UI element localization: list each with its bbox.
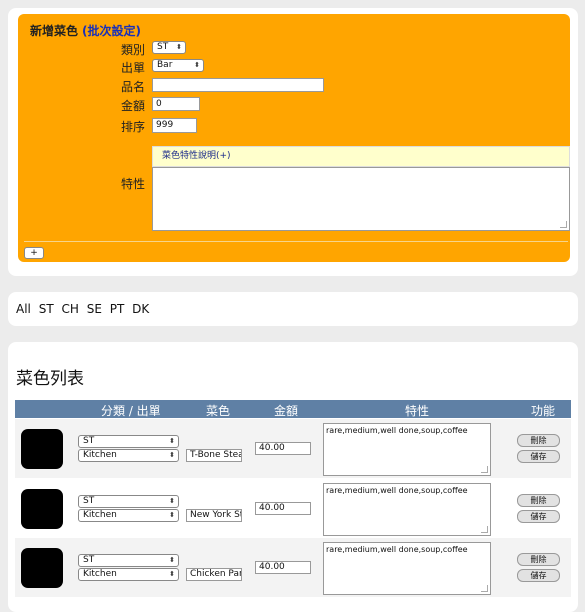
- row-output-value: Kitchen: [83, 569, 117, 579]
- category-filter-bar: All ST CH SE PT DK: [16, 302, 153, 316]
- row-output-select[interactable]: Kitchen ⬍: [78, 449, 179, 462]
- resize-grip-icon[interactable]: [481, 526, 488, 533]
- list-title: 菜色列表: [16, 369, 84, 389]
- row-category-select[interactable]: ST ⬍: [78, 554, 179, 567]
- row-traits-text: rare,medium,well done,soup,coffee: [326, 486, 468, 495]
- price-input[interactable]: 0: [152, 97, 200, 111]
- row-price-input[interactable]: 40.00: [255, 442, 311, 455]
- filter-st[interactable]: ST: [39, 302, 54, 316]
- header-category-output: 分類 / 出單: [101, 404, 161, 418]
- category-select[interactable]: ST ⬍: [152, 41, 186, 54]
- header-actions: 功能: [531, 404, 556, 418]
- row-price-input[interactable]: 40.00: [255, 502, 311, 515]
- chevron-updown-icon: ⬍: [194, 61, 200, 69]
- chevron-updown-icon: ⬍: [176, 43, 182, 51]
- name-input[interactable]: [152, 78, 324, 92]
- resize-grip-icon[interactable]: [481, 585, 488, 592]
- header-price: 金額: [274, 404, 299, 418]
- filter-ch[interactable]: CH: [62, 302, 79, 316]
- row-category-select[interactable]: ST ⬍: [78, 435, 179, 448]
- filter-panel: All ST CH SE PT DK: [8, 292, 578, 326]
- row-traits-textarea[interactable]: rare,medium,well done,soup,coffee: [323, 423, 491, 476]
- filter-all[interactable]: All: [16, 302, 31, 316]
- row-traits-text: rare,medium,well done,soup,coffee: [326, 545, 468, 554]
- row-traits-text: rare,medium,well done,soup,coffee: [326, 426, 468, 435]
- chevron-updown-icon: ⬍: [169, 556, 175, 564]
- row-price-input[interactable]: 40.00: [255, 561, 311, 574]
- output-select[interactable]: Bar ⬍: [152, 59, 204, 72]
- row-category-value: ST: [83, 436, 95, 446]
- dish-thumbnail[interactable]: [21, 429, 63, 469]
- row-name-input[interactable]: Chicken Parmesan: [186, 568, 242, 581]
- row-traits-textarea[interactable]: rare,medium,well done,soup,coffee: [323, 542, 491, 595]
- header-traits: 特性: [405, 404, 430, 418]
- sort-label: 排序: [121, 120, 146, 134]
- divider: [24, 241, 568, 242]
- add-dish-form: 新增菜色 (批次設定) 類別 ST ⬍ 出單 Bar ⬍ 品名 金額 0 排序 9…: [18, 14, 570, 262]
- resize-grip-icon[interactable]: [481, 466, 488, 473]
- name-label: 品名: [121, 80, 146, 94]
- row-name-input[interactable]: T-Bone Steak: [186, 449, 242, 462]
- category-select-value: ST: [157, 42, 169, 52]
- row-traits-textarea[interactable]: rare,medium,well done,soup,coffee: [323, 483, 491, 536]
- filter-pt[interactable]: PT: [110, 302, 125, 316]
- row-output-value: Kitchen: [83, 450, 117, 460]
- header-dish: 菜色: [206, 404, 231, 418]
- table-header: 分類 / 出單 菜色 金額 特性 功能: [15, 400, 571, 418]
- row-output-select[interactable]: Kitchen ⬍: [78, 568, 179, 581]
- chevron-updown-icon: ⬍: [169, 511, 175, 519]
- form-title: 新增菜色 (批次設定): [30, 22, 141, 39]
- chevron-updown-icon: ⬍: [169, 451, 175, 459]
- traits-add-link[interactable]: 菜色特性說明(+): [152, 146, 570, 167]
- table-row: ST ⬍ Kitchen ⬍ New York Steak 40.00 rare…: [15, 479, 571, 538]
- price-label: 金額: [121, 99, 146, 113]
- dish-thumbnail[interactable]: [21, 548, 63, 588]
- add-dish-button[interactable]: +: [24, 247, 44, 259]
- chevron-updown-icon: ⬍: [169, 437, 175, 445]
- row-output-value: Kitchen: [83, 510, 117, 520]
- traits-textarea[interactable]: [152, 167, 570, 231]
- save-button[interactable]: 儲存: [517, 569, 560, 582]
- batch-settings-link[interactable]: (批次設定): [82, 24, 141, 38]
- row-name-input[interactable]: New York Steak: [186, 509, 242, 522]
- delete-button[interactable]: 刪除: [517, 434, 560, 447]
- row-output-select[interactable]: Kitchen ⬍: [78, 509, 179, 522]
- output-select-value: Bar: [157, 60, 173, 70]
- traits-label: 特性: [121, 177, 146, 191]
- chevron-updown-icon: ⬍: [169, 497, 175, 505]
- dish-thumbnail[interactable]: [21, 489, 63, 529]
- table-row: ST ⬍ Kitchen ⬍ Chicken Parmesan 40.00 ra…: [15, 538, 571, 597]
- output-label: 出單: [121, 61, 146, 75]
- add-dish-panel: 新增菜色 (批次設定) 類別 ST ⬍ 出單 Bar ⬍ 品名 金額 0 排序 9…: [8, 8, 578, 276]
- dish-list-panel: 菜色列表 分類 / 出單 菜色 金額 特性 功能 ST ⬍ Kitchen ⬍ …: [8, 342, 578, 612]
- delete-button[interactable]: 刪除: [517, 553, 560, 566]
- resize-grip-icon[interactable]: [560, 221, 567, 228]
- table-row: ST ⬍ Kitchen ⬍ T-Bone Steak 40.00 rare,m…: [15, 419, 571, 478]
- row-category-value: ST: [83, 496, 95, 506]
- save-button[interactable]: 儲存: [517, 510, 560, 523]
- sort-input[interactable]: 999: [152, 118, 197, 133]
- delete-button[interactable]: 刪除: [517, 494, 560, 507]
- category-label: 類別: [121, 43, 146, 57]
- form-title-text: 新增菜色: [30, 24, 79, 38]
- filter-dk[interactable]: DK: [132, 302, 149, 316]
- save-button[interactable]: 儲存: [517, 450, 560, 463]
- chevron-updown-icon: ⬍: [169, 570, 175, 578]
- row-category-select[interactable]: ST ⬍: [78, 495, 179, 508]
- row-category-value: ST: [83, 555, 95, 565]
- filter-se[interactable]: SE: [87, 302, 102, 316]
